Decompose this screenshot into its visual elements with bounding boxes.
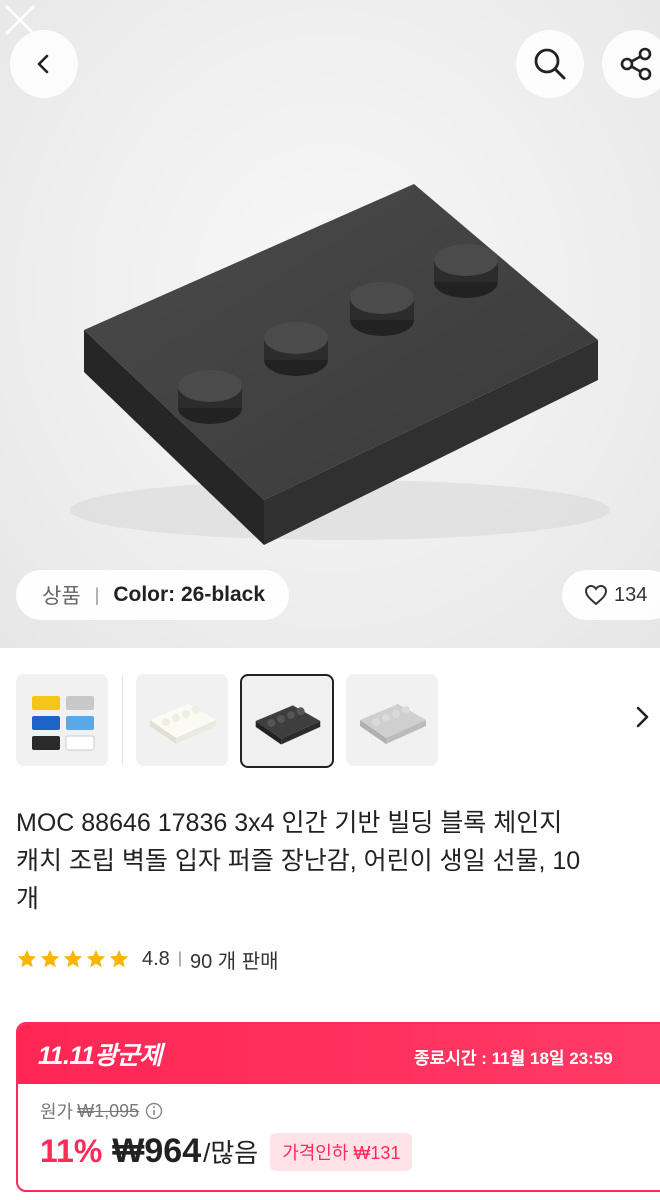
search-button[interactable] [516, 30, 584, 98]
rating-value: 4.8 [142, 947, 170, 970]
rating-divider: | [177, 950, 182, 967]
gray-plate-image [360, 704, 426, 744]
thumbnail-white[interactable] [136, 674, 228, 766]
price-unit: /많음 [203, 1138, 259, 1168]
variant-value: Color: 26-black [113, 583, 266, 606]
sale-price: ₩964 [112, 1132, 202, 1170]
chevron-right-icon[interactable] [628, 702, 658, 732]
search-icon [534, 48, 566, 80]
back-button[interactable] [10, 30, 78, 98]
thumbnail-black[interactable] [240, 674, 334, 768]
product-title: MOC 88646 17836 3x4 인간 기반 빌딩 블록 체인지 캐치 조… [16, 804, 660, 918]
original-price-row: 원가 ₩1,095 [40, 1098, 660, 1124]
variant-pill[interactable]: 상품 | Color: 26-black [16, 570, 290, 620]
star-icon [40, 949, 60, 968]
product-image[interactable]: 상품 | Color: 26-black 134 [0, 0, 660, 648]
title-line-3: 개 [16, 885, 40, 913]
info-icon[interactable] [145, 1102, 163, 1120]
star-icon [86, 949, 106, 968]
star-icon [17, 949, 37, 968]
thumbnail-multicolor[interactable] [16, 674, 108, 766]
heart-icon [584, 584, 608, 606]
white-plate-image [150, 704, 216, 744]
title-line-2: 캐치 조립 벽돌 입자 퍼즐 장난감, 어린이 생일 선물, 10 [16, 847, 581, 875]
variant-divider: | [94, 584, 100, 605]
black-plate-image [255, 705, 321, 745]
star-icon [109, 949, 129, 968]
price-cut-badge: 가격인하 ₩131 [270, 1132, 413, 1171]
chevron-left-icon [37, 54, 49, 74]
deal-brand: 11.11광군제 [38, 1042, 162, 1070]
price-row: 11% ₩964 /많음 가격인하 ₩131 [40, 1132, 660, 1171]
original-price: ₩1,095 [77, 1100, 140, 1121]
deal-box: 11.11광군제 종료시간 : 11월 18일 23:59 원가 ₩1,095 … [16, 1022, 660, 1192]
deal-body: 원가 ₩1,095 11% ₩964 /많음 가격인하 ₩131 [18, 1084, 660, 1171]
rating-stars [16, 948, 130, 970]
rating-row[interactable]: 4.8 | 90 개 판매 [16, 944, 279, 974]
lego-plate-image [70, 184, 610, 545]
star-icon [63, 949, 83, 968]
variant-label: 상품 [42, 585, 81, 608]
thumbnail-divider [122, 676, 123, 764]
like-count: 134 [614, 583, 648, 606]
like-button[interactable]: 134 [562, 570, 660, 620]
deal-end-time: 종료시간 : 11월 18일 23:59 [414, 1049, 613, 1068]
title-line-1: MOC 88646 17836 3x4 인간 기반 빌딩 블록 체인지 [16, 809, 563, 837]
thumbnail-strip [0, 668, 660, 772]
sold-count: 90 개 판매 [189, 950, 279, 973]
discount-percent: 11% [40, 1133, 103, 1169]
thumbnail-gray[interactable] [346, 674, 438, 766]
multicolor-plates-image [32, 696, 95, 751]
original-price-label: 원가 [40, 1102, 74, 1122]
deal-header: 11.11광군제 종료시간 : 11월 18일 23:59 [18, 1024, 660, 1084]
share-icon [620, 47, 652, 81]
